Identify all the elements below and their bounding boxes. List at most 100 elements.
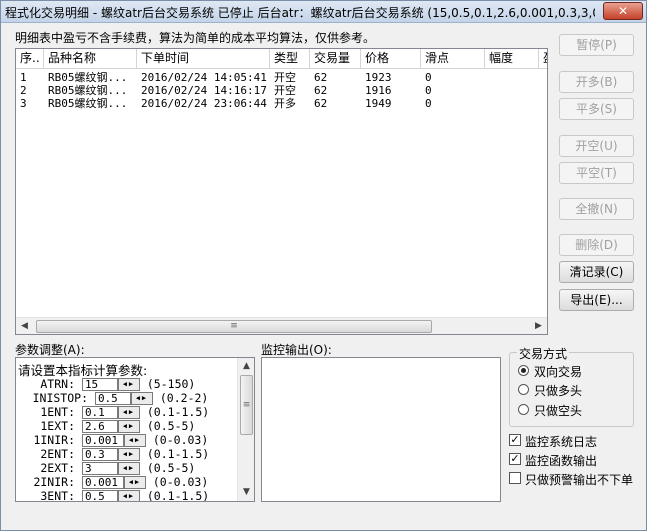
- col-price[interactable]: 价格: [361, 49, 421, 69]
- radio-label[interactable]: 双向交易: [534, 363, 582, 380]
- open-long-button[interactable]: 开多(B): [559, 71, 634, 93]
- cell-price: 1916: [365, 84, 392, 97]
- col-name[interactable]: 品种名称: [44, 49, 137, 69]
- main-window: 程式化交易明细 - 螺纹atr后台交易系统 已停止 后台atr：螺纹atr后台交…: [0, 0, 647, 531]
- export-button[interactable]: 导出(E)...: [559, 289, 634, 311]
- param-input[interactable]: 3: [81, 462, 118, 475]
- scroll-thumb[interactable]: ≡: [36, 320, 432, 333]
- col-type[interactable]: 类型: [270, 49, 310, 69]
- col-range[interactable]: 幅度: [485, 49, 539, 69]
- cell-name: RB05螺纹钢...: [48, 71, 128, 84]
- radio-label[interactable]: 只做多头: [534, 382, 582, 399]
- param-name: ATRN:: [40, 377, 75, 391]
- trade-detail-table[interactable]: 序.. 品种名称 下单时间 类型 交易量 价格 滑点 幅度 盈 1 RB05螺纹…: [15, 48, 548, 335]
- param-input[interactable]: 15: [81, 378, 118, 391]
- param-input[interactable]: 2.6: [81, 420, 118, 433]
- radio-short-only[interactable]: [518, 404, 529, 415]
- params-vertical-scrollbar[interactable]: ▲ ≡ ▼: [237, 358, 254, 501]
- param-range: (0.1-1.5): [146, 447, 210, 461]
- checkbox-system-log[interactable]: ✓: [509, 434, 521, 446]
- cell-type: 开多: [274, 97, 296, 110]
- monitor-output[interactable]: [261, 357, 501, 502]
- cell-seq: 3: [20, 97, 27, 110]
- radio-label[interactable]: 只做空头: [534, 402, 582, 419]
- param-input[interactable]: 0.001: [81, 434, 124, 447]
- pause-button[interactable]: 暂停(P): [559, 34, 634, 56]
- param-range: (0.5-5): [146, 461, 196, 475]
- title-bar: 程式化交易明细 - 螺纹atr后台交易系统 已停止 后台atr：螺纹atr后台交…: [1, 1, 646, 23]
- checkbox-label[interactable]: 监控系统日志: [525, 433, 597, 450]
- checkbox-warn-only[interactable]: [509, 472, 521, 484]
- cell-name: RB05螺纹钢...: [48, 97, 128, 110]
- spin-arrows-icon[interactable]: ◀▶: [117, 378, 140, 391]
- col-pnl[interactable]: 盈: [539, 49, 547, 69]
- cell-slip: 0: [425, 97, 432, 110]
- param-row: 2EXT: 3 ◀▶ (0.5-5): [18, 461, 195, 475]
- param-name: INISTOP:: [32, 391, 88, 405]
- cell-slip: 0: [425, 71, 432, 84]
- scroll-left-icon[interactable]: ◀: [18, 320, 31, 333]
- spin-arrows-icon[interactable]: ◀▶: [123, 476, 146, 489]
- cell-price: 1949: [365, 97, 392, 110]
- spin-arrows-icon[interactable]: ◀▶: [117, 420, 140, 433]
- checkbox-label[interactable]: 监控函数输出: [525, 452, 597, 469]
- cell-type: 开空: [274, 84, 296, 97]
- cell-qty: 62: [314, 97, 328, 110]
- param-input[interactable]: 0.5: [94, 392, 131, 405]
- checkbox-label[interactable]: 只做预警输出不下单: [525, 471, 633, 488]
- table-row[interactable]: 3 RB05螺纹钢... 2016/02/24 23:06:44 开多 62 1…: [16, 97, 547, 110]
- param-row: 1INIR: 0.001 ◀▶ (0-0.03): [18, 433, 208, 447]
- fee-note: 明细表中盈亏不含手续费，算法为简单的成本平均算法，仅供参考。: [15, 31, 376, 45]
- col-time[interactable]: 下单时间: [137, 49, 270, 69]
- param-name: 1ENT:: [40, 405, 75, 419]
- param-input[interactable]: 0.3: [81, 448, 118, 461]
- cell-time: 2016/02/24 14:16:17: [141, 84, 267, 97]
- clear-log-button[interactable]: 清记录(C): [559, 261, 634, 283]
- cancel-all-button[interactable]: 全撤(N): [559, 198, 634, 220]
- spin-arrows-icon[interactable]: ◀▶: [117, 448, 140, 461]
- spin-arrows-icon[interactable]: ◀▶: [130, 392, 153, 405]
- spin-arrows-icon[interactable]: ◀▶: [123, 434, 146, 447]
- col-seq[interactable]: 序..: [16, 49, 44, 69]
- col-slip[interactable]: 滑点: [421, 49, 485, 69]
- param-row: 1ENT: 0.1 ◀▶ (0.1-1.5): [18, 405, 209, 419]
- radio-bidirectional[interactable]: [518, 365, 529, 376]
- close-long-button[interactable]: 平多(S): [559, 98, 634, 120]
- spin-arrows-icon[interactable]: ◀▶: [117, 406, 140, 419]
- radio-long-only[interactable]: [518, 384, 529, 395]
- close-short-button[interactable]: 平空(T): [559, 162, 634, 184]
- checkbox-func-output[interactable]: ✓: [509, 453, 521, 465]
- monitor-label: 监控输出(O):: [261, 343, 332, 357]
- scroll-up-icon[interactable]: ▲: [240, 360, 253, 373]
- delete-button[interactable]: 删除(D): [559, 234, 634, 256]
- spin-arrows-icon[interactable]: ◀▶: [117, 462, 140, 475]
- open-short-button[interactable]: 开空(U): [559, 135, 634, 157]
- cell-time: 2016/02/24 14:05:41: [141, 71, 267, 84]
- trade-mode-title: 交易方式: [517, 345, 570, 362]
- param-input[interactable]: 0.1: [81, 406, 118, 419]
- param-range: (5-150): [146, 377, 196, 391]
- table-header: 序.. 品种名称 下单时间 类型 交易量 价格 滑点 幅度 盈: [16, 49, 547, 69]
- col-qty[interactable]: 交易量: [310, 49, 361, 69]
- close-button[interactable]: ✕: [603, 2, 643, 20]
- cell-qty: 62: [314, 71, 328, 84]
- param-name: 2INIR:: [33, 475, 75, 489]
- cell-slip: 0: [425, 84, 432, 97]
- param-input[interactable]: 0.001: [81, 476, 124, 489]
- scroll-down-icon[interactable]: ▼: [240, 486, 253, 499]
- table-row[interactable]: 1 RB05螺纹钢... 2016/02/24 14:05:41 开空 62 1…: [16, 71, 547, 84]
- cell-time: 2016/02/24 23:06:44: [141, 97, 267, 110]
- spin-arrows-icon[interactable]: ◀▶: [117, 490, 140, 501]
- param-input[interactable]: 0.5: [81, 490, 118, 501]
- scroll-right-icon[interactable]: ▶: [532, 320, 545, 333]
- param-range: (0.1-1.5): [146, 405, 210, 419]
- param-range: (0-0.03): [152, 433, 209, 447]
- table-horizontal-scrollbar[interactable]: ◀ ≡ ▶: [16, 317, 547, 334]
- param-row: 3ENT: 0.5 ◀▶ (0.1-1.5): [18, 489, 210, 502]
- params-panel[interactable]: 请设置本指标计算参数: ATRN: 15 ◀▶ (5-150) INISTOP: …: [15, 357, 255, 502]
- scroll-thumb[interactable]: ≡: [240, 375, 253, 435]
- table-row[interactable]: 2 RB05螺纹钢... 2016/02/24 14:16:17 开空 62 1…: [16, 84, 547, 97]
- param-range: (0.1-1.5): [146, 489, 210, 502]
- param-row: ATRN: 15 ◀▶ (5-150): [18, 377, 195, 391]
- param-range: (0.5-5): [146, 419, 196, 433]
